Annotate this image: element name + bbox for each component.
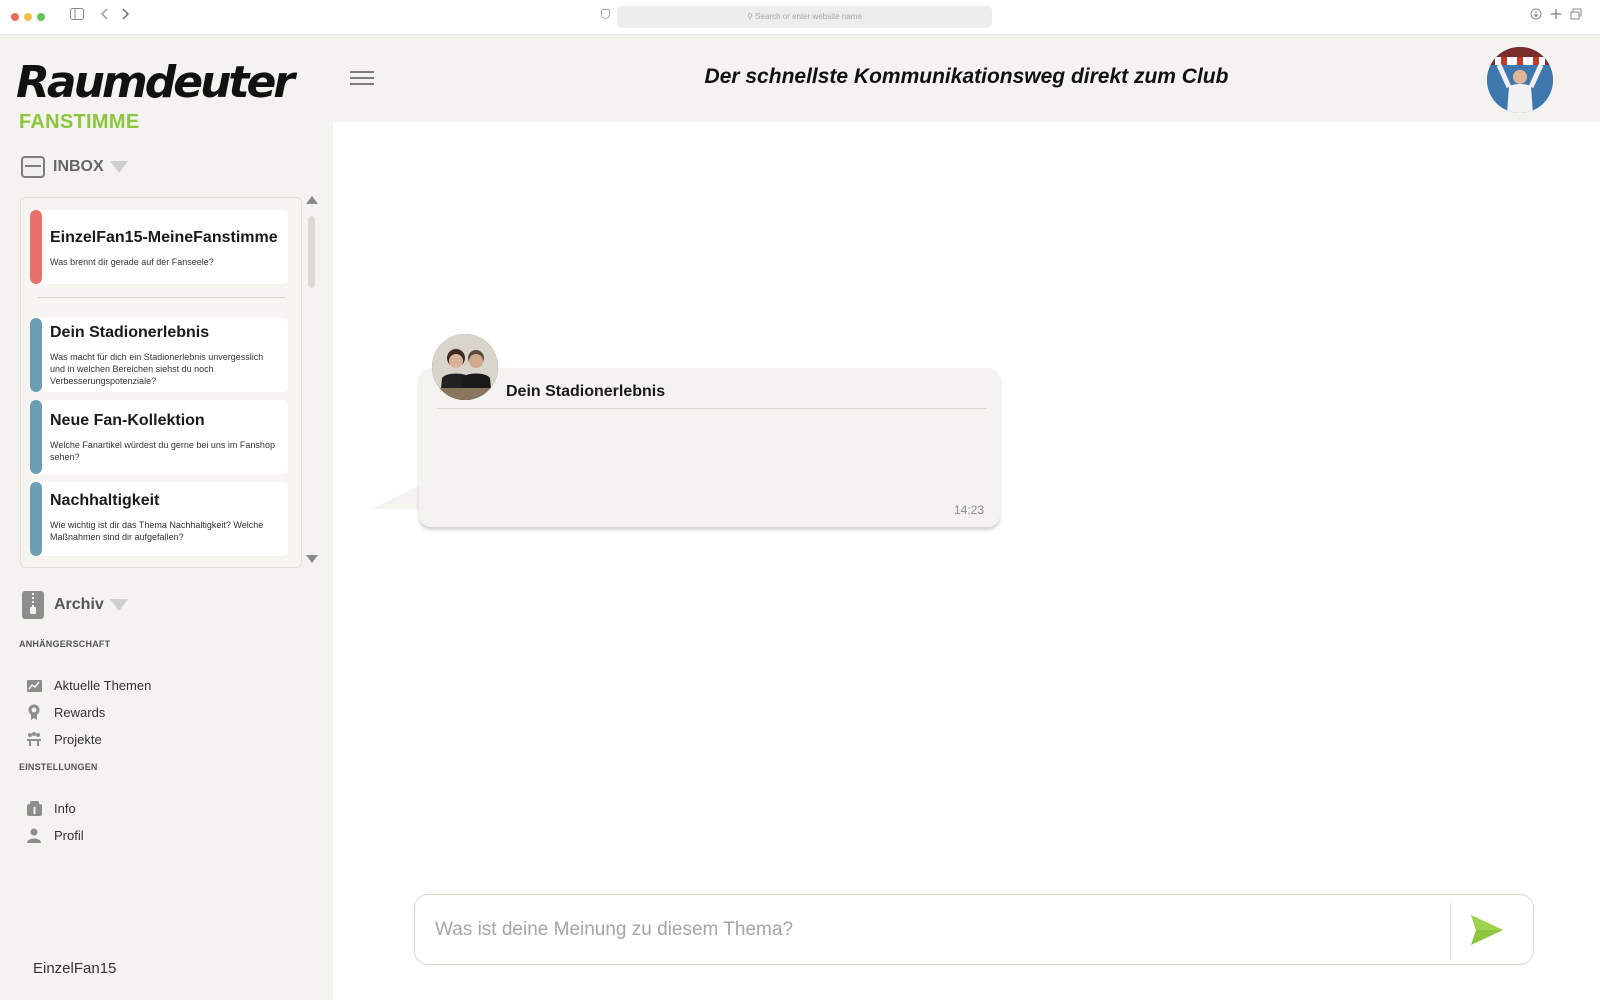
inbox-scrollbar[interactable] — [306, 196, 318, 566]
inbox-item-title: Neue Fan-Kollektion — [50, 412, 205, 429]
hamburger-menu-icon[interactable] — [350, 71, 374, 86]
scroll-up-arrow-icon[interactable] — [306, 196, 318, 204]
info-icon — [26, 800, 42, 816]
inbox-item-text: Was brennt dir gerade auf der Fanseele? — [50, 257, 214, 267]
sidebar: Raumdeuter FANSTIMME INBOX EinzelFan15-M… — [0, 35, 333, 1000]
forward-icon[interactable] — [121, 8, 130, 23]
message-divider — [437, 408, 986, 409]
topic-indicator — [30, 482, 42, 556]
sidebar-item-projekte[interactable]: Projekte — [26, 728, 102, 750]
chevron-down-icon — [109, 599, 128, 611]
address-bar[interactable]: ⚲ Search or enter website name — [617, 6, 992, 28]
award-icon — [26, 704, 42, 720]
message-bubble[interactable]: Dein Stadionerlebnis 14:23 — [419, 368, 1000, 527]
message-composer — [414, 894, 1534, 965]
send-icon — [1471, 915, 1503, 945]
archive-icon — [22, 591, 44, 619]
inbox-toggle[interactable]: INBOX — [21, 153, 128, 181]
inbox-item-meinefanstimme[interactable]: EinzelFan15-MeineFanstimme Was brennt di… — [30, 210, 288, 284]
scrollbar-thumb[interactable] — [308, 216, 315, 288]
brand-subtitle: FANSTIMME — [19, 111, 140, 133]
sender-avatar — [432, 334, 498, 400]
list-divider — [38, 297, 285, 298]
message-input[interactable] — [435, 915, 1435, 945]
archiv-label: Archiv — [54, 596, 104, 613]
inbox-item-text: Welche Fanartikel würdest du gerne bei u… — [50, 440, 275, 462]
message-timestamp: 14:23 — [953, 503, 984, 517]
sidebar-toggle-icon[interactable] — [70, 8, 84, 23]
scroll-down-arrow-icon[interactable] — [306, 555, 318, 563]
back-icon[interactable] — [100, 8, 109, 23]
current-username: EinzelFan15 — [33, 960, 117, 977]
sidebar-item-info[interactable]: Info — [26, 797, 76, 819]
sidebar-item-aktuelle-themen[interactable]: Aktuelle Themen — [26, 674, 151, 696]
inbox-item-title: EinzelFan15-MeineFanstimme — [50, 229, 278, 246]
app-header: Der schnellste Kommunikationsweg direkt … — [333, 35, 1600, 122]
close-window-button[interactable] — [11, 13, 19, 21]
download-icon[interactable] — [1530, 8, 1542, 23]
message-title: Dein Stadionerlebnis — [506, 383, 666, 400]
inbox-item-text: Was macht für dich ein Stadionerlebnis u… — [50, 352, 264, 386]
section-label-einstellungen: EINSTELLUNGEN — [19, 762, 98, 772]
browser-toolbar: ⚲ Search or enter website name — [0, 0, 1600, 35]
inbox-item-nachhaltigkeit[interactable]: Nachhaltigkeit Wie wichtig ist dir das T… — [30, 482, 288, 556]
address-bar-placeholder: Search or enter website name — [755, 12, 862, 21]
inbox-item-title: Dein Stadionerlebnis — [50, 324, 210, 341]
projects-icon — [26, 731, 42, 747]
new-tab-icon[interactable] — [1550, 8, 1562, 23]
send-button[interactable] — [1467, 911, 1507, 949]
chart-icon — [26, 677, 42, 693]
chat-area: Dein Stadionerlebnis 14:23 — [333, 122, 1600, 1000]
sidebar-item-rewards[interactable]: Rewards — [26, 701, 105, 723]
unread-indicator — [30, 210, 42, 284]
sidebar-item-label: Profil — [54, 827, 84, 843]
section-label-anhaengerschaft: ANHÄNGERSCHAFT — [19, 639, 111, 649]
inbox-item-fan-kollektion[interactable]: Neue Fan-Kollektion Welche Fanartikel wü… — [30, 400, 288, 474]
chevron-down-icon — [109, 161, 128, 173]
tab-overview-icon[interactable] — [1570, 8, 1582, 23]
profile-icon — [26, 827, 42, 843]
privacy-shield-icon[interactable] — [601, 9, 610, 19]
archiv-toggle[interactable]: Archiv — [22, 591, 128, 619]
sidebar-item-label: Rewards — [54, 704, 106, 720]
inbox-item-text: Wie wichtig ist dir das Thema Nachhaltig… — [50, 520, 264, 542]
inbox-label: INBOX — [53, 158, 104, 175]
sidebar-item-label: Info — [54, 800, 76, 816]
sidebar-item-label: Aktuelle Themen — [54, 677, 152, 693]
bubble-tail — [371, 485, 421, 509]
inbox-icon — [21, 156, 45, 178]
sidebar-item-profil[interactable]: Profil — [26, 824, 84, 846]
brand-logo[interactable]: Raumdeuter — [16, 57, 295, 108]
composer-divider — [1450, 901, 1451, 960]
maximize-window-button[interactable] — [37, 13, 45, 21]
user-avatar[interactable] — [1487, 47, 1553, 113]
topic-indicator — [30, 318, 42, 392]
sidebar-item-label: Projekte — [54, 731, 102, 747]
inbox-item-title: Nachhaltigkeit — [50, 492, 160, 509]
topic-indicator — [30, 400, 42, 474]
page-title: Der schnellste Kommunikationsweg direkt … — [704, 65, 1229, 88]
minimize-window-button[interactable] — [24, 13, 32, 21]
inbox-item-stadionerlebnis[interactable]: Dein Stadionerlebnis Was macht für dich … — [30, 318, 288, 392]
inbox-list: EinzelFan15-MeineFanstimme Was brennt di… — [20, 197, 302, 568]
search-icon: ⚲ — [747, 12, 753, 21]
